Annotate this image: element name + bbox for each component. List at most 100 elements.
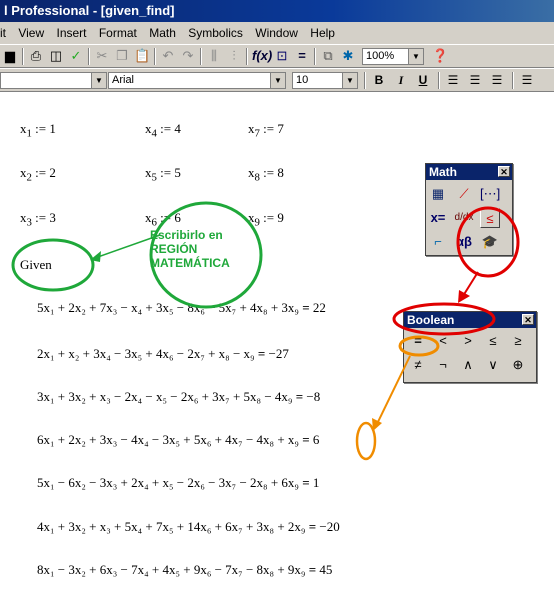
- font-size-value: 10: [296, 74, 309, 86]
- toolbar-separator: [200, 48, 202, 65]
- align-right-icon[interactable]: ☰: [488, 72, 506, 89]
- menu-bar: it View Insert Format Math Symbolics Win…: [0, 22, 554, 44]
- toolbar-separator: [364, 72, 366, 89]
- definition-x9[interactable]: x9 := 9: [248, 210, 284, 229]
- not-equal-button[interactable]: ≠: [408, 355, 428, 375]
- definition-x7[interactable]: x7 := 7: [248, 121, 284, 140]
- toolbar-separator: [22, 48, 24, 65]
- align-down-icon[interactable]: ⫶: [226, 48, 242, 64]
- calculate-icon[interactable]: =: [294, 48, 310, 64]
- definition-x3[interactable]: x3 := 3: [20, 210, 56, 229]
- underline-button[interactable]: U: [414, 72, 432, 89]
- toolbar-separator: [154, 48, 156, 65]
- chevron-down-icon[interactable]: ▼: [270, 73, 285, 88]
- undo-icon[interactable]: ↶: [160, 48, 176, 64]
- standard-toolbar: ▆ ⎙ ◫ ✓ ✂ ❐ 📋 ↶ ↷ ⫼ ⫶ f(x) ⊡ = ⧉ ✱ 100% …: [0, 44, 554, 68]
- align-center-icon[interactable]: ☰: [466, 72, 484, 89]
- close-icon[interactable]: ✕: [498, 166, 510, 177]
- equation-row[interactable]: 6x₁ + 2x₂ + 3x₃ − 4x₄ − 3x₅ + 5x₆ + 4x₇ …: [37, 432, 319, 448]
- menu-item-format[interactable]: Format: [99, 26, 137, 40]
- toolbar-separator: [314, 48, 316, 65]
- menu-item-insert[interactable]: Insert: [56, 26, 86, 40]
- font-size-select[interactable]: 10 ▼: [292, 72, 358, 89]
- evaluation-icon[interactable]: x=: [428, 208, 448, 228]
- xor-button[interactable]: ⊕: [508, 355, 528, 375]
- calculus-icon[interactable]: d/dx: [454, 208, 474, 228]
- matrix-icon[interactable]: [⋯]: [480, 184, 500, 204]
- resources-icon[interactable]: ✱: [340, 48, 356, 64]
- symbolic-icon[interactable]: 🎓: [480, 232, 500, 252]
- menu-item-edit[interactable]: it: [0, 26, 6, 40]
- programming-icon[interactable]: ⌐: [428, 232, 448, 252]
- close-icon[interactable]: ✕: [522, 314, 534, 325]
- font-select[interactable]: Arial ▼: [108, 72, 286, 89]
- graph-icon[interactable]: ⟋: [454, 184, 474, 204]
- chevron-down-icon[interactable]: ▼: [408, 49, 423, 64]
- bold-equals-button[interactable]: =: [408, 331, 428, 351]
- equation-row[interactable]: 4x₁ + 3x₂ + x₃ + 5x₄ + 7x₅ + 14x₆ + 6x₇ …: [37, 519, 340, 535]
- definition-x5[interactable]: x5 := 5: [145, 165, 181, 184]
- toolbar-separator: [438, 72, 440, 89]
- boolean-palette: Boolean ✕ = < > ≤ ≥ ≠ ¬ ∧ ∨ ⊕: [403, 311, 537, 383]
- equation-row[interactable]: 8x₁ − 3x₂ + 6x₃ − 7x₄ + 4x₅ + 9x₆ − 7x₇ …: [37, 562, 332, 578]
- paste-icon[interactable]: 📋: [134, 48, 150, 64]
- equation-row[interactable]: 5x₁ − 6x₂ − 3x₃ + 2x₄ + x₅ − 2x₆ − 3x₇ −…: [37, 475, 319, 491]
- greater-than-button[interactable]: >: [458, 331, 478, 351]
- spellcheck-icon[interactable]: ✓: [68, 48, 84, 64]
- toolbar-separator: [246, 48, 248, 65]
- save-icon[interactable]: ▆: [2, 48, 18, 64]
- window-title: l Professional - [given_find]: [4, 3, 175, 18]
- not-button[interactable]: ¬: [433, 355, 453, 375]
- greater-equal-button[interactable]: ≥: [508, 331, 528, 351]
- chevron-down-icon[interactable]: ▼: [91, 73, 106, 88]
- definition-x4[interactable]: x4 := 4: [145, 121, 181, 140]
- given-keyword[interactable]: Given: [20, 257, 52, 273]
- help-icon[interactable]: ❓: [432, 48, 448, 64]
- insert-unit-icon[interactable]: ⊡: [274, 48, 290, 64]
- print-icon[interactable]: ⎙: [28, 48, 44, 64]
- redo-icon[interactable]: ↷: [180, 48, 196, 64]
- italic-button[interactable]: I: [392, 72, 410, 89]
- align-across-icon[interactable]: ⫼: [206, 48, 222, 64]
- menu-item-window[interactable]: Window: [255, 26, 298, 40]
- bullets-icon[interactable]: ☰: [518, 72, 536, 89]
- less-than-button[interactable]: <: [433, 331, 453, 351]
- menu-item-math[interactable]: Math: [149, 26, 176, 40]
- font-value: Arial: [112, 74, 135, 86]
- definition-x2[interactable]: x2 := 2: [20, 165, 56, 184]
- equation-row[interactable]: 3x₁ + 3x₂ + x₃ − 2x₄ − x₅ − 2x₆ + 3x₇ + …: [37, 389, 320, 405]
- and-button[interactable]: ∧: [458, 355, 478, 375]
- toolbar-separator: [88, 48, 90, 65]
- bold-button[interactable]: B: [370, 72, 388, 89]
- equation-row[interactable]: 5x₁ + 2x₂ + 7x₃ − x₄ + 3x₅ − 8x₆ − 5x₇ +…: [37, 300, 326, 316]
- menu-item-help[interactable]: Help: [310, 26, 335, 40]
- boolean-palette-title[interactable]: Boolean ✕: [404, 312, 536, 328]
- menu-item-view[interactable]: View: [18, 26, 44, 40]
- zoom-value: 100%: [366, 50, 395, 62]
- equation-row[interactable]: 2x₁ + x₂ + 3x₄ − 3x₅ + 4x₆ − 2x₇ + x₈ − …: [37, 346, 289, 362]
- math-palette-title[interactable]: Math ✕: [426, 164, 512, 180]
- formatting-toolbar: ▼ Arial ▼ 10 ▼ B I U ☰ ☰ ☰ ☰: [0, 68, 554, 92]
- or-button[interactable]: ∨: [483, 355, 503, 375]
- calculator-icon[interactable]: ▦: [428, 184, 448, 204]
- definition-x8[interactable]: x8 := 8: [248, 165, 284, 184]
- less-equal-button[interactable]: ≤: [483, 331, 503, 351]
- chevron-down-icon[interactable]: ▼: [342, 73, 357, 88]
- align-left-icon[interactable]: ☰: [444, 72, 462, 89]
- print-preview-icon[interactable]: ◫: [48, 48, 64, 64]
- component-icon[interactable]: ⧉: [320, 48, 336, 64]
- definition-x6[interactable]: x6 := 6: [145, 210, 181, 229]
- window-title-bar: l Professional - [given_find]: [0, 0, 554, 22]
- copy-icon[interactable]: ❐: [114, 48, 130, 64]
- annotation-note: Escribirlo en REGIÓN MATEMÁTICA: [150, 228, 230, 270]
- boolean-icon[interactable]: ≤: [480, 208, 500, 228]
- definition-x1[interactable]: x1 := 1: [20, 121, 56, 140]
- cut-icon[interactable]: ✂: [94, 48, 110, 64]
- greek-icon[interactable]: αβ: [454, 232, 474, 252]
- style-select[interactable]: ▼: [0, 72, 107, 89]
- insert-function-icon[interactable]: f(x): [252, 48, 272, 64]
- toolbar-separator: [512, 72, 514, 89]
- math-palette: Math ✕ ▦ ⟋ [⋯] x= d/dx ≤ ⌐ αβ 🎓: [425, 163, 513, 256]
- zoom-select[interactable]: 100% ▼: [362, 48, 424, 65]
- menu-item-symbolics[interactable]: Symbolics: [188, 26, 243, 40]
